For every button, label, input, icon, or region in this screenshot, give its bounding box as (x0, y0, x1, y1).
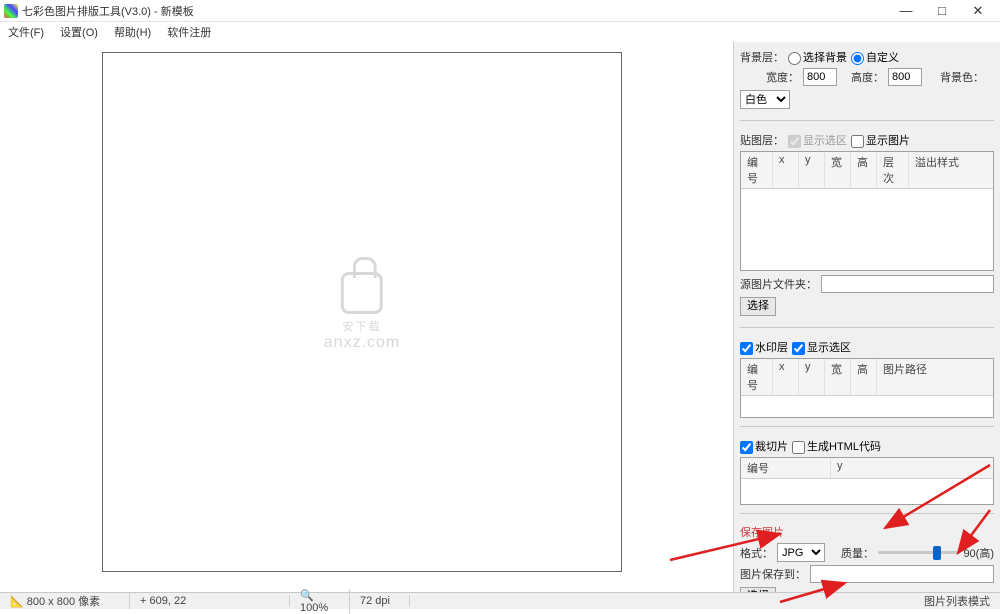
maximize-button[interactable]: □ (924, 0, 960, 22)
cut-enable[interactable]: 裁切片 (740, 438, 788, 454)
canvas-area[interactable]: 安下载 anxz.com (0, 42, 734, 592)
quality-slider[interactable]: 90(高) (878, 545, 994, 561)
quality-label: 质量： (841, 545, 874, 561)
status-dpi: 72 dpi (350, 595, 410, 607)
cut-col-no: 编号 (741, 458, 831, 478)
save-section: 保存图片 格式： JPG 质量： 90(高) 图片保存到： 选择 开始处理 (740, 522, 994, 592)
app-icon (4, 4, 18, 18)
side-panel: 背景层： 选择背景 自定义 宽度： 高度： 背景色： 白色 贴图层： 显示选区 (734, 42, 1000, 592)
col-h: 高 (851, 152, 877, 188)
col-no: 编号 (741, 152, 773, 188)
wm-show-area[interactable]: 显示选区 (792, 339, 851, 355)
minimize-button[interactable]: — (888, 0, 924, 22)
menu-help[interactable]: 帮助(H) (110, 22, 155, 42)
col-overflow: 溢出样式 (909, 152, 969, 188)
wm-col-y: y (799, 359, 825, 395)
cut-gen-html[interactable]: 生成HTML代码 (792, 438, 881, 454)
watermark-grid[interactable]: 编号 x y 宽 高 图片路径 (740, 358, 994, 418)
height-input[interactable] (888, 68, 922, 86)
saveto-input[interactable] (810, 565, 994, 583)
watermark-section: 水印层 显示选区 编号 x y 宽 高 图片路径 (740, 336, 994, 418)
menu-file[interactable]: 文件(F) (4, 22, 48, 42)
tiles-grid[interactable]: 编号 x y 宽 高 层次 溢出样式 (740, 151, 994, 271)
width-input[interactable] (803, 68, 837, 86)
col-x: x (773, 152, 799, 188)
cut-grid[interactable]: 编号 y (740, 457, 994, 505)
statusbar: 📐 800 x 800 像素 + 609, 22 🔍 100% 72 dpi 图… (0, 592, 1000, 609)
col-layer: 层次 (877, 152, 909, 188)
height-label: 高度： (851, 69, 884, 85)
src-folder-input[interactable] (821, 275, 994, 293)
watermark-url: anxz.com (324, 334, 400, 352)
wm-col-h: 高 (851, 359, 877, 395)
canvas[interactable]: 安下载 anxz.com (102, 52, 622, 572)
status-zoom: 100% (300, 602, 328, 614)
bg-radio-custom[interactable]: 自定义 (851, 49, 899, 65)
width-label: 宽度： (766, 69, 799, 85)
bg-radio-select[interactable]: 选择背景 (788, 49, 847, 65)
save-label: 保存图片 (740, 524, 994, 540)
tiles-show-img[interactable]: 显示图片 (851, 132, 910, 148)
watermark-text: 安下载 (324, 318, 400, 334)
bgcolor-label: 背景色： (940, 69, 984, 85)
tiles-section: 贴图层： 显示选区 显示图片 编号 x y 宽 高 层次 溢出样式 源图片文件夹… (740, 129, 994, 319)
src-folder-label: 源图片文件夹： (740, 276, 817, 292)
tiles-show-area[interactable]: 显示选区 (788, 132, 847, 148)
lock-icon (341, 272, 383, 314)
menubar: 文件(F) 设置(O) 帮助(H) 软件注册 (0, 22, 1000, 42)
window-title: 七彩色图片排版工具(V3.0) - 新模板 (22, 3, 888, 19)
tiles-label: 贴图层： (740, 132, 784, 148)
menu-register[interactable]: 软件注册 (163, 22, 215, 42)
close-button[interactable]: ✕ (960, 0, 996, 22)
menu-settings[interactable]: 设置(O) (56, 22, 102, 42)
saveto-label: 图片保存到： (740, 566, 806, 582)
titlebar: 七彩色图片排版工具(V3.0) - 新模板 — □ ✕ (0, 0, 1000, 22)
background-section: 背景层： 选择背景 自定义 宽度： 高度： 背景色： 白色 (740, 46, 994, 112)
watermark-logo: 安下载 anxz.com (324, 272, 400, 352)
wm-col-path: 图片路径 (877, 359, 993, 395)
window-buttons: — □ ✕ (888, 0, 996, 22)
wm-col-x: x (773, 359, 799, 395)
quality-value: 90(高) (963, 545, 994, 561)
cut-col-y: y (831, 458, 993, 478)
bg-label: 背景层： (740, 49, 784, 65)
wm-enable[interactable]: 水印层 (740, 339, 788, 355)
col-w: 宽 (825, 152, 851, 188)
col-y: y (799, 152, 825, 188)
status-cursor: + 609, 22 (130, 595, 290, 607)
status-mode: 图片列表模式 (914, 593, 1000, 609)
wm-col-w: 宽 (825, 359, 851, 395)
format-select[interactable]: JPG (777, 543, 825, 562)
cut-section: 裁切片 生成HTML代码 编号 y (740, 435, 994, 505)
status-dims: 800 x 800 像素 (27, 596, 100, 608)
format-label: 格式： (740, 545, 773, 561)
bgcolor-select[interactable]: 白色 (740, 90, 790, 109)
wm-col-no: 编号 (741, 359, 773, 395)
src-folder-browse-button[interactable]: 选择 (740, 297, 776, 316)
